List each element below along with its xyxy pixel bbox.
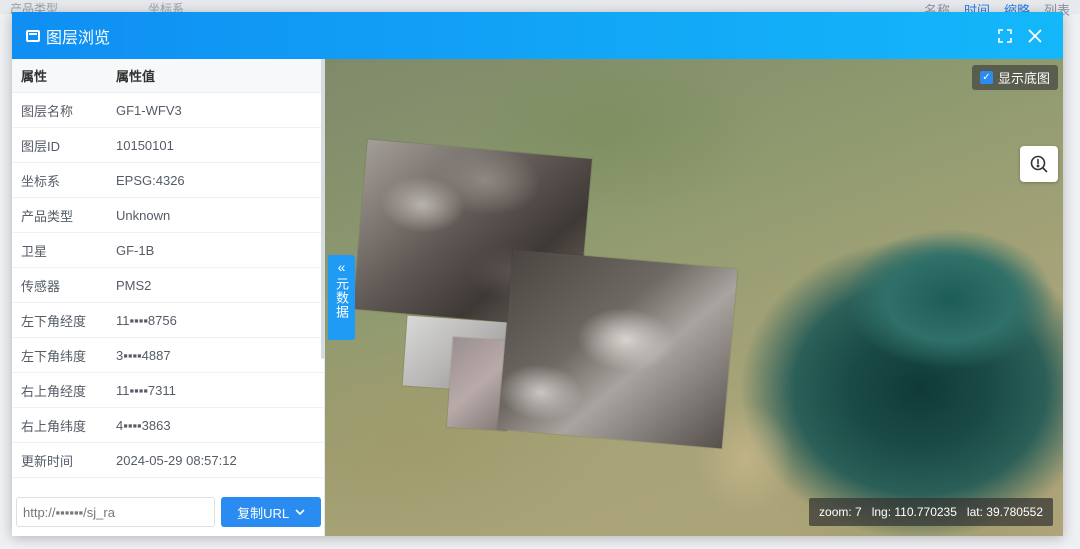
show-basemap-label: 显示底图 [997,71,1050,86]
table-row: 产品类型 Unknown [12,198,324,233]
table-row: 图层名称 GF1-WFV3 [12,93,324,128]
table-row: 更新时间 2024-05-29 08:57:12 [12,443,324,478]
row-key: 产品类型 [21,208,74,224]
table-row: 左下角经度 11▪▪▪▪8756 [12,303,324,338]
row-value: GF1-WFV3 [116,102,182,118]
row-value: 2024-05-29 08:57:12 [116,452,237,468]
table-row: 坐标系 EPSG:4326 [12,163,324,198]
table-row: 卫星 GF-1B [12,233,324,268]
row-value: 3▪▪▪▪4887 [116,347,171,363]
close-icon[interactable] [1027,28,1043,44]
row-key: 坐标系 [21,173,61,189]
lat-readout: lat: 39.780552 [966,505,1043,519]
double-chevron-left-icon: « [337,259,346,275]
url-bar: 复制URL [16,497,321,527]
row-value: 4▪▪▪▪3863 [116,417,171,433]
dialog-title: 图层浏览 [46,29,111,47]
attribute-panel: 属性 属性值 图层名称 GF1-WFV3 图层ID 10150101 坐标系 EPSG… [12,59,325,536]
metadata-collapse-tab[interactable]: « 元数据 [328,255,355,340]
row-value: 11▪▪▪▪7311 [116,382,176,398]
layer-browse-dialog: 图层浏览 属性 属性值 图层名称 GF1-WFV3 图层ID 10150101 坐标… [12,12,1063,536]
table-row: 左下角纬度 3▪▪▪▪4887 [12,338,324,373]
table-row: 图层ID 10150101 [12,128,324,163]
row-key: 图层ID [21,138,61,154]
zoom-readout: zoom: 7 [819,505,862,519]
window-icon [26,29,40,42]
url-input[interactable] [16,497,216,527]
row-key: 右上角纬度 [21,418,87,434]
dialog-controls [997,12,1043,59]
table-row: 右上角经度 11▪▪▪▪7311 [12,373,324,408]
header-key: 属性 [21,69,48,84]
metadata-tab-label: 元数据 [334,277,349,319]
search-alert-icon [1030,155,1048,173]
map-view[interactable]: ✓ 显示底图 zoom: 7 lng: 110.770235 lat: 39.7… [325,59,1063,536]
row-key: 左下角纬度 [21,348,87,364]
table-row: 右上角纬度 4▪▪▪▪3863 [12,408,324,443]
sea-region [845,229,1055,369]
map-status-bar: zoom: 7 lng: 110.770235 lat: 39.780552 [809,498,1053,526]
row-key: 传感器 [21,278,61,294]
row-value: Unknown [116,207,171,223]
attribute-table: 属性 属性值 图层名称 GF1-WFV3 图层ID 10150101 坐标系 EPSG… [12,59,324,478]
show-basemap-toggle[interactable]: ✓ 显示底图 [971,65,1058,90]
table-header: 属性 属性值 [12,59,324,93]
imagery-tile [497,249,738,449]
table-row: 传感器 PMS2 [12,268,324,303]
row-key: 卫星 [21,243,48,259]
row-key: 右上角经度 [21,383,87,399]
row-key: 更新时间 [21,453,74,469]
dialog-header: 图层浏览 [12,12,1063,59]
row-value: 11▪▪▪▪8756 [116,312,177,328]
check-icon: ✓ [979,71,993,84]
lng-readout: lng: 110.770235 [871,505,957,519]
copy-url-label: 复制URL [237,505,290,521]
chevron-down-icon [295,508,305,515]
copy-url-button[interactable]: 复制URL [221,497,321,527]
fullscreen-icon[interactable] [997,28,1013,44]
row-value: EPSG:4326 [116,172,185,188]
row-key: 图层名称 [21,103,74,119]
row-key: 左下角经度 [21,313,87,329]
map-tool-button[interactable] [1020,146,1058,182]
row-value: GF-1B [116,242,155,258]
row-value: 10150101 [116,137,174,153]
header-value: 属性值 [116,69,156,84]
row-value: PMS2 [116,277,152,293]
